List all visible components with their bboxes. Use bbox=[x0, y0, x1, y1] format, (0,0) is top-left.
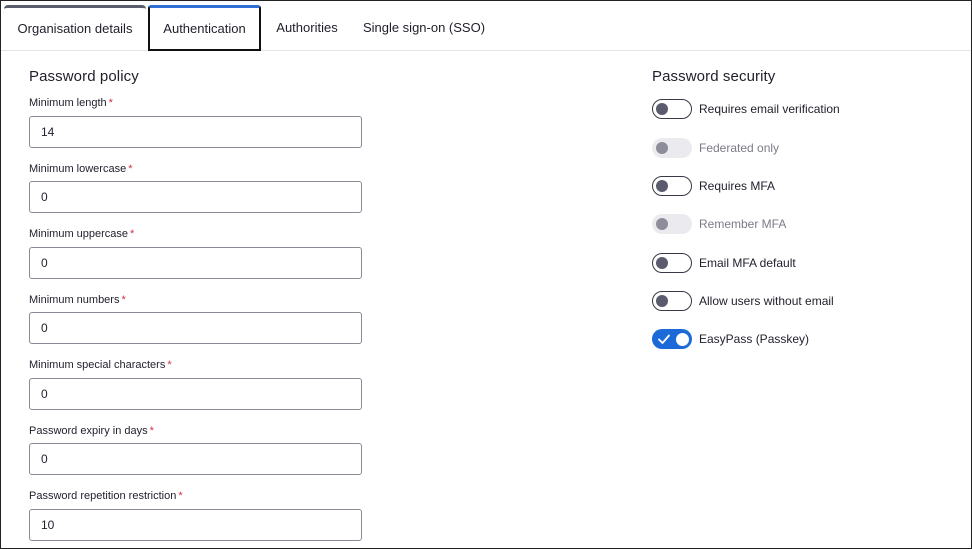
toggle-switch[interactable] bbox=[652, 176, 692, 196]
toggle-requires-email-verification[interactable]: Requires email verification bbox=[652, 98, 840, 120]
toggle-knob bbox=[656, 294, 668, 307]
required-marker: * bbox=[130, 228, 135, 240]
password-repetition-input[interactable] bbox=[29, 509, 362, 541]
toggle-label: Federated only bbox=[699, 141, 780, 155]
password-expiry-label: Password expiry in days * bbox=[29, 425, 154, 437]
toggle-knob bbox=[656, 179, 668, 192]
tab-authentication[interactable]: Authentication bbox=[148, 5, 261, 51]
tab-bar: Organisation details Authentication Auth… bbox=[1, 1, 971, 51]
password-security-title: Password security bbox=[652, 68, 776, 85]
minimum-lowercase-label: Minimum lowercase * bbox=[29, 163, 133, 175]
toggle-remember-mfa: Remember MFA bbox=[652, 213, 786, 235]
required-marker: * bbox=[128, 163, 133, 175]
minimum-lowercase-input[interactable] bbox=[29, 181, 362, 213]
toggle-switch bbox=[652, 214, 692, 234]
minimum-numbers-input[interactable] bbox=[29, 312, 362, 344]
check-icon bbox=[658, 334, 670, 344]
toggle-switch[interactable] bbox=[652, 291, 692, 311]
settings-window: Organisation details Authentication Auth… bbox=[0, 0, 972, 549]
toggle-switch[interactable] bbox=[652, 253, 692, 273]
toggle-easypass-passkey[interactable]: EasyPass (Passkey) bbox=[652, 328, 809, 350]
required-marker: * bbox=[149, 425, 154, 437]
toggle-label: Requires MFA bbox=[699, 179, 776, 193]
toggle-federated-only: Federated only bbox=[652, 137, 779, 159]
toggle-switch[interactable] bbox=[652, 99, 692, 119]
minimum-length-label: Minimum length * bbox=[29, 97, 113, 109]
minimum-special-characters-input[interactable] bbox=[29, 378, 362, 410]
toggle-knob bbox=[656, 218, 668, 230]
toggle-knob bbox=[656, 102, 668, 115]
toggle-knob bbox=[656, 256, 668, 269]
minimum-special-characters-label: Minimum special characters * bbox=[29, 359, 172, 371]
required-marker: * bbox=[121, 294, 126, 306]
tab-single-sign-on[interactable]: Single sign-on (SSO) bbox=[353, 5, 495, 49]
toggle-label: Remember MFA bbox=[699, 217, 787, 231]
toggle-knob bbox=[656, 142, 668, 154]
password-policy-title: Password policy bbox=[29, 68, 139, 85]
toggle-switch[interactable] bbox=[652, 329, 692, 349]
toggle-label: Email MFA default bbox=[699, 256, 796, 270]
tab-organisation-details[interactable]: Organisation details bbox=[4, 5, 146, 49]
toggle-switch bbox=[652, 138, 692, 158]
toggle-label: EasyPass (Passkey) bbox=[699, 332, 810, 346]
password-repetition-label: Password repetition restriction * bbox=[29, 490, 183, 502]
tab-authorities[interactable]: Authorities bbox=[265, 5, 349, 49]
toggle-knob bbox=[676, 332, 689, 346]
toggle-requires-mfa[interactable]: Requires MFA bbox=[652, 175, 775, 197]
minimum-numbers-label: Minimum numbers * bbox=[29, 294, 126, 306]
required-marker: * bbox=[167, 359, 172, 371]
minimum-length-input[interactable] bbox=[29, 116, 362, 148]
required-marker: * bbox=[108, 97, 113, 109]
toggle-email-mfa-default[interactable]: Email MFA default bbox=[652, 252, 796, 274]
toggle-label: Requires email verification bbox=[699, 102, 840, 116]
toggle-allow-users-without-email[interactable]: Allow users without email bbox=[652, 290, 834, 312]
password-expiry-input[interactable] bbox=[29, 443, 362, 475]
minimum-uppercase-label: Minimum uppercase * bbox=[29, 228, 135, 240]
toggle-label: Allow users without email bbox=[699, 294, 834, 308]
required-marker: * bbox=[178, 490, 183, 502]
minimum-uppercase-input[interactable] bbox=[29, 247, 362, 279]
